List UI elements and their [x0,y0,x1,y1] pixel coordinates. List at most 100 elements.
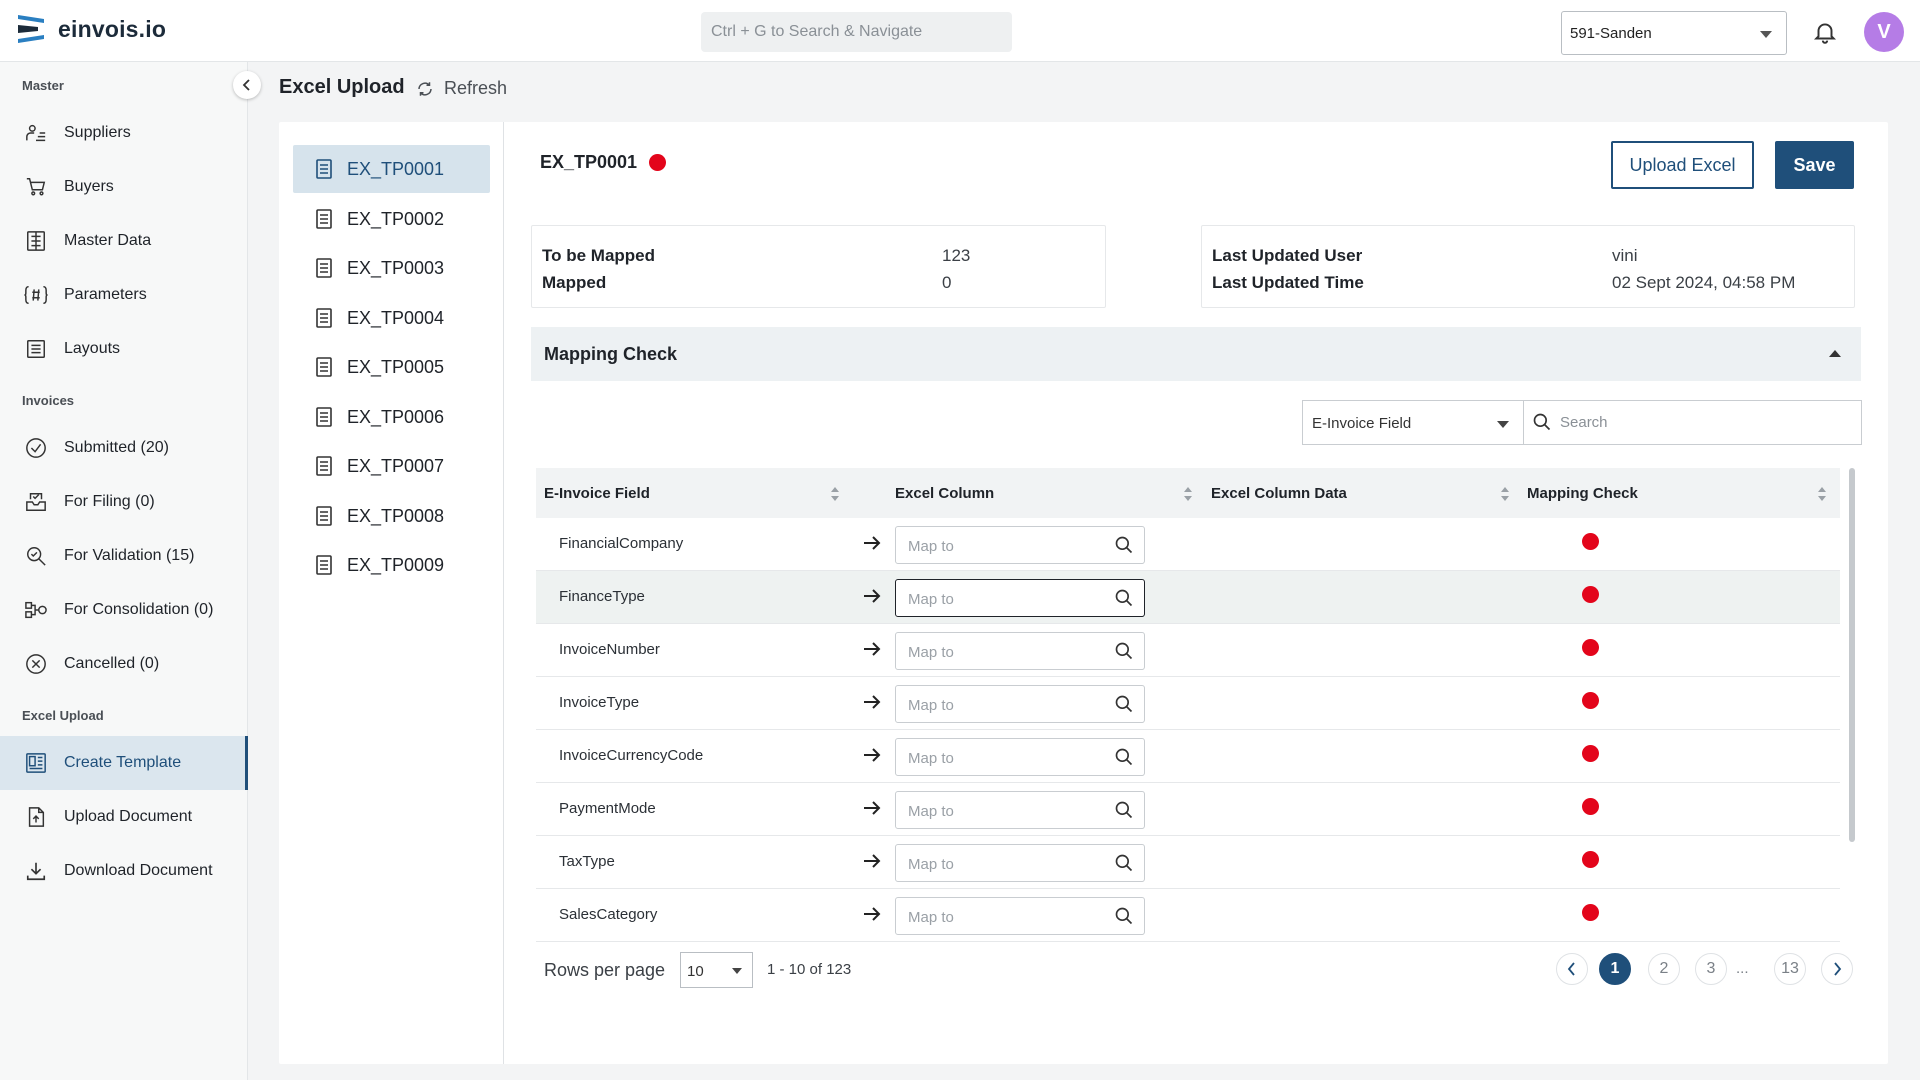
template-detail-title: EX_TP0001 [540,152,667,173]
stat-value: 123 [942,246,971,265]
sidebar-item-download-document[interactable]: Download Document [0,844,248,898]
map-to-placeholder: Map to [908,591,954,608]
search-icon[interactable] [1114,641,1134,661]
map-to-input[interactable]: Map to [895,791,1145,829]
stat-value: 0 [942,273,952,292]
sort-icon[interactable] [1183,485,1193,503]
bell-icon[interactable] [1812,19,1838,45]
template-item[interactable]: EX_TP0003 [293,244,490,292]
column-header[interactable]: Excel Column Data [1211,485,1347,502]
table-search-input[interactable]: Search [1523,400,1862,445]
arrow-right-icon [864,748,881,762]
column-header[interactable]: E-Invoice Field [544,485,650,502]
sidebar-item-label: Layouts [64,340,121,357]
sidebar-item-buyers[interactable]: Buyers [0,160,248,214]
sidebar-item-for-filing[interactable]: For Filing (0) [0,475,248,529]
sidebar-item-master-data[interactable]: Master Data [0,214,248,268]
map-to-input[interactable]: Map to [895,685,1145,723]
map-to-input[interactable]: Map to [895,526,1145,564]
map-to-input[interactable]: Map to [895,738,1145,776]
app-name: einvois.io [58,15,167,42]
search-icon[interactable] [1114,906,1134,926]
company-select[interactable]: 591-Sanden [1561,11,1787,55]
master-data-icon [24,229,48,253]
page-button-1[interactable]: 1 [1599,953,1631,985]
mapping-check-header[interactable]: Mapping Check [531,327,1861,381]
template-item[interactable]: EX_TP0007 [293,442,490,490]
layouts-icon [24,337,48,361]
rows-per-page-select[interactable]: 10 [680,952,753,988]
template-item[interactable]: EX_TP0002 [293,195,490,243]
sidebar-collapse-button[interactable] [233,71,261,99]
arrow-right-icon [864,801,881,815]
upload-excel-button[interactable]: Upload Excel [1611,141,1754,189]
save-button[interactable]: Save [1775,141,1854,189]
sidebar-item-label: Buyers [64,178,114,195]
search-icon[interactable] [1114,800,1134,820]
template-item-label: EX_TP0007 [347,455,445,476]
sidebar-item-upload-document[interactable]: Upload Document [0,790,248,844]
einvoice-field: PaymentMode [559,800,656,817]
chevron-down-icon [732,968,742,974]
map-to-placeholder: Map to [908,909,954,926]
document-icon [316,555,332,575]
map-to-input[interactable]: Map to [895,897,1145,935]
sidebar-item-for-consolidation[interactable]: For Consolidation (0) [0,583,248,637]
global-search-input[interactable]: Ctrl + G to Search & Navigate [701,12,1012,52]
template-item[interactable]: EX_TP0009 [293,541,490,589]
sidebar-item-parameters[interactable]: Parameters [0,268,248,322]
page-button-13[interactable]: 13 [1774,953,1806,985]
sidebar-item-cancelled[interactable]: Cancelled (0) [0,637,248,691]
map-to-input[interactable]: Map to [895,579,1145,617]
sidebar: Master Suppliers Buyers Master Data Para… [0,62,261,1080]
sort-icon[interactable] [830,485,840,503]
search-icon[interactable] [1114,747,1134,767]
mapping-status-dot [1582,586,1599,603]
mapping-status-dot [1582,798,1599,815]
app-logo[interactable]: einvois.io [16,13,166,45]
table-scrollbar[interactable] [1849,468,1855,842]
search-icon[interactable] [1114,588,1134,608]
mapping-status-dot [1582,745,1599,762]
template-item[interactable]: EX_TP0001 [293,145,490,193]
sidebar-item-submitted[interactable]: Submitted (20) [0,421,248,475]
prev-page-button[interactable] [1556,953,1588,985]
arrow-right-icon [864,695,881,709]
page-button-3[interactable]: 3 [1695,953,1727,985]
einvoice-field: FinanceType [559,588,645,605]
sidebar-item-create-template[interactable]: Create Template [0,736,248,790]
user-avatar[interactable]: V [1864,12,1904,52]
column-header[interactable]: Mapping Check [1527,485,1638,502]
mapping-stats-box: To be Mapped 123 Mapped 0 [531,225,1106,308]
sidebar-section-excel-upload: Excel Upload [22,708,104,723]
stat-label: Last Updated User [1212,246,1363,265]
sidebar-item-for-validation[interactable]: For Validation (15) [0,529,248,583]
table-row: InvoiceCurrencyCode Map to [536,730,1840,783]
search-icon[interactable] [1114,535,1134,555]
field-filter-select[interactable]: E-Invoice Field [1302,400,1523,445]
next-page-button[interactable] [1821,953,1853,985]
chevron-up-icon[interactable] [1829,350,1841,357]
map-to-placeholder: Map to [908,856,954,873]
template-item-label: EX_TP0005 [347,356,445,377]
cart-icon [24,175,48,199]
sidebar-item-label: For Validation (15) [64,547,195,564]
column-header[interactable]: Excel Column [895,485,994,502]
page-button-2[interactable]: 2 [1648,953,1680,985]
map-to-input[interactable]: Map to [895,632,1145,670]
template-item[interactable]: EX_TP0005 [293,343,490,391]
map-to-placeholder: Map to [908,697,954,714]
search-icon[interactable] [1114,853,1134,873]
template-item[interactable]: EX_TP0006 [293,393,490,441]
sidebar-item-layouts[interactable]: Layouts [0,322,248,376]
template-item[interactable]: EX_TP0008 [293,492,490,540]
sidebar-item-label: For Filing (0) [64,493,155,510]
sort-icon[interactable] [1500,485,1510,503]
refresh-button[interactable]: Refresh [416,78,507,99]
template-item[interactable]: EX_TP0004 [293,294,490,342]
search-icon[interactable] [1114,694,1134,714]
sidebar-item-suppliers[interactable]: Suppliers [0,106,248,160]
refresh-label: Refresh [444,78,508,98]
sort-icon[interactable] [1817,485,1827,503]
map-to-input[interactable]: Map to [895,844,1145,882]
